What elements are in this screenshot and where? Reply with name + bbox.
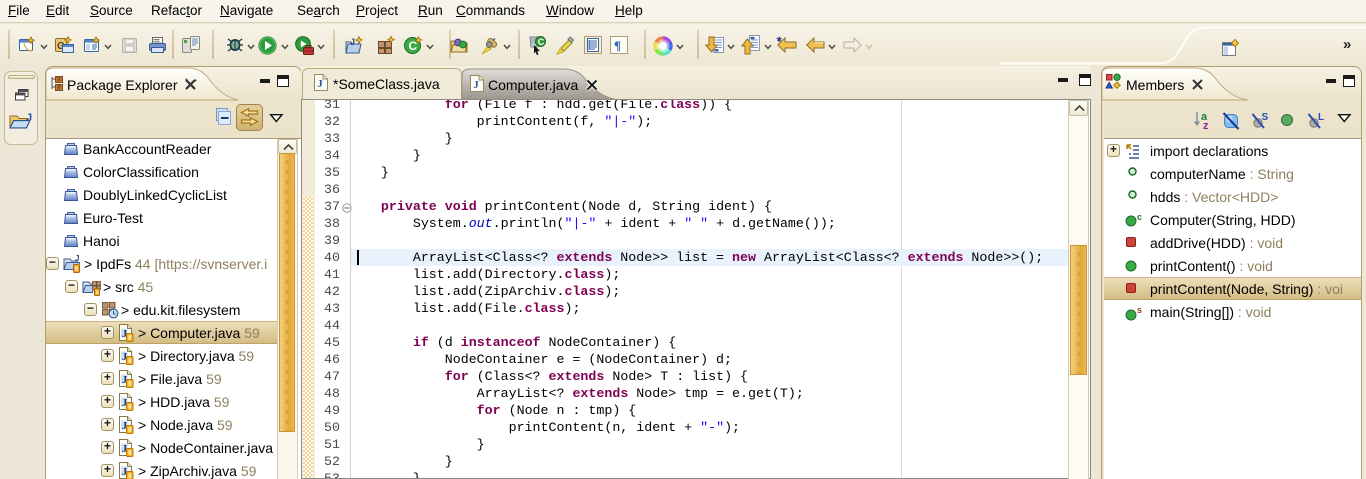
svg-text:z: z (1203, 120, 1209, 132)
svg-text:J: J (317, 78, 323, 90)
svg-text:C: C (538, 37, 545, 47)
svg-text:¶: ¶ (614, 38, 621, 53)
svg-text:C: C (409, 39, 418, 53)
svg-text:c: c (1137, 212, 1142, 222)
svg-text:J: J (350, 37, 355, 47)
svg-text:s: s (1137, 305, 1142, 315)
svg-text:L: L (1318, 112, 1324, 123)
svg-text:S: S (1262, 112, 1269, 123)
svg-text:J: J (473, 79, 479, 91)
